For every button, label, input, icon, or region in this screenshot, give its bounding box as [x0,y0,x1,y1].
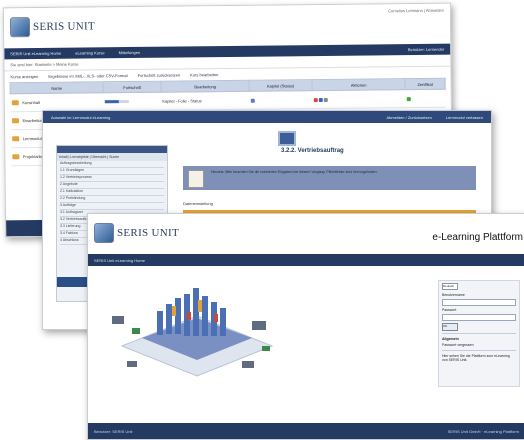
nav-courses[interactable]: eLearning Kurse [75,50,104,55]
course-name[interactable]: Kursinhalt [10,92,104,112]
leave-link[interactable]: Lernmodul verlassen [446,115,483,120]
view-icon[interactable] [318,97,323,102]
folder-icon [11,136,19,142]
footer-user: Benutzer: SERIS Unit [94,428,133,434]
login-button[interactable]: OK [442,323,458,331]
folder-icon [11,154,19,160]
status-icon [250,98,255,103]
login-window: SERIS UNIT e-Learning Plattform SERIS Un… [87,213,524,440]
toc-item[interactable]: 1.2 Vertriebsprozess [60,175,164,182]
divider [442,350,516,351]
status-cell [249,90,313,110]
sidebar-header [57,146,167,153]
brand-text: SERIS UNIT [32,20,96,34]
notepad-icon [188,170,204,188]
brand-logo: SERIS UNIT [94,223,179,243]
login-button-label: OK [443,324,448,328]
toc-item[interactable]: 3 Aufträge [60,203,164,210]
header: SERIS UNIT Cornelius Lehmann | Abmelden [3,3,451,49]
edit-icon[interactable] [313,98,318,103]
logo-icon [9,17,31,38]
hint-text: Hinweis: Bitte beachten Sie die markiert… [211,170,378,174]
col-status: Kapitel (Status) [249,79,313,92]
progress-bar [104,100,129,104]
folder-icon [11,118,19,124]
cert-cell [405,89,446,108]
toc-item[interactable]: 1.1 Grundlagen [60,168,164,175]
main-nav: SERIS Unit eLearning Home [88,254,524,266]
module-title: Auswahl im Lernmodul eLearning [51,114,111,120]
username-field[interactable] [442,299,516,306]
col-progress: Fortschritt [103,81,162,93]
hero-illustration [112,288,274,377]
header: SERIS UNIT e-Learning Plattform [88,214,524,254]
footer-copyright: SERIS Unit GmbH · eLearning Plattform [447,428,519,434]
user-info: Benutzer: Lernender [407,46,445,53]
sidebar-tabs[interactable]: Inhalt | Lernobjekte | Übersicht | Suche [57,153,167,161]
module-icon [278,131,296,146]
brand-text: SERIS UNIT [117,227,179,239]
password-field[interactable] [442,314,516,321]
tool-show-courses[interactable]: Kurse anzeigen [11,74,39,79]
toc-item[interactable]: Auftragsbearbeitung [60,161,164,168]
reset-link[interactable]: Abmelden / Zurücksetzen [387,115,432,120]
info-text: Hier sehen Sie die Plattform zum eLearni… [442,354,510,362]
progress-cell [103,92,162,111]
forgot-password-link[interactable]: Passwort vergessen [439,342,519,348]
toc-item[interactable]: 2 Angebote [60,182,164,189]
edit-cell: Kapitel - Folie - Status [161,91,250,111]
nav-home[interactable]: SERIS Unit eLearning Home [10,51,61,57]
nav-messages[interactable]: Mitteilungen [119,50,141,55]
logo-icon [94,223,114,243]
language-value: Deutsch [443,284,455,288]
tool-export[interactable]: Ergebnisse im XML-, XLS- oder CSV-Format [48,73,127,79]
tool-reset[interactable]: Fortschritt zurücksetzen [138,72,181,77]
login-panel: Deutsch Benutzername Passwort OK Allgeme… [438,280,520,387]
footer-bar: Benutzer: SERIS Unit SERIS Unit GmbH · e… [88,423,524,439]
language-select[interactable]: Deutsch [442,283,458,290]
platform-title: e-Learning Plattform [432,232,523,243]
cert-icon [406,97,411,102]
print-icon[interactable] [323,97,328,102]
username-label: Benutzername [442,293,465,297]
brand-logo: SERIS UNIT [9,16,96,38]
tool-edit[interactable]: Kurs bearbeiten [190,72,218,77]
nav-home[interactable]: SERIS Unit eLearning Home [94,258,145,263]
divider [442,333,516,334]
module-header: Auswahl im Lernmodul eLearning Abmelden … [43,111,491,123]
col-cert: Zertifikat [405,78,446,90]
actions-cell[interactable] [312,89,406,109]
page-title: 3.2.2. Vertriebsauftrag [281,148,344,154]
user-links[interactable]: Cornelius Lehmann | Abmelden [388,8,444,14]
sidebar-button[interactable] [57,277,87,287]
password-label: Passwort [442,308,457,312]
folder-icon [11,100,19,106]
toc-item[interactable]: 2.2 Preisfindung [60,196,164,203]
section-label: Dateneinstellung [183,201,213,206]
hint-box: Hinweis: Bitte beachten Sie die markiert… [183,166,476,190]
toc-item[interactable]: 2.1 Kalkulation [60,189,164,196]
